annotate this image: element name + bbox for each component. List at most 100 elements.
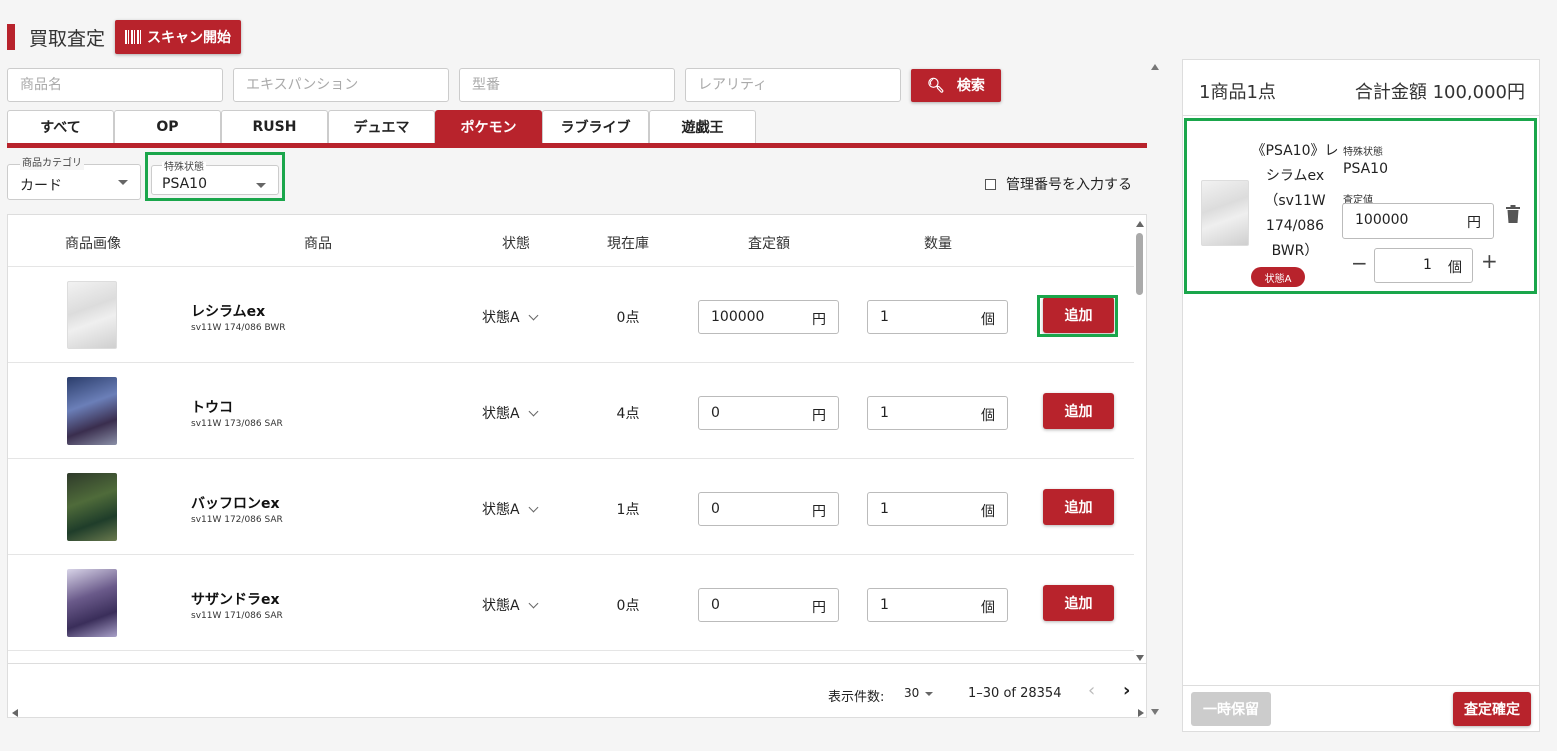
price-unit: 円: [812, 600, 826, 616]
table-vertical-scrollbar[interactable]: [1134, 215, 1146, 663]
add-button[interactable]: 追加: [1043, 585, 1114, 621]
scan-start-button[interactable]: スキャン開始: [115, 20, 242, 54]
cart-footer: 一時保留 査定確定: [1183, 685, 1539, 733]
search-button[interactable]: 🔍︎ 検索: [911, 68, 1001, 102]
tab-rush[interactable]: RUSH: [221, 110, 328, 143]
price-input[interactable]: 100000 円: [698, 300, 839, 334]
col-header-image: 商品画像: [65, 236, 121, 252]
quantity-input[interactable]: 1個: [867, 396, 1008, 430]
product-image: [67, 569, 117, 637]
rarity-input[interactable]: [685, 68, 901, 102]
product-code: sv11W 171/086 SAR: [191, 611, 283, 621]
category-tabs: すべて OP RUSH デュエマ ポケモン ラブライブ 遊戯王: [7, 110, 756, 143]
condition-select[interactable]: 状態A: [482, 307, 539, 327]
table-row: レシラムex sv11W 174/086 BWR 状態A 0点 100000 円 …: [8, 267, 1136, 363]
special-state-select[interactable]: 特殊状態 PSA10: [151, 162, 279, 195]
rows-per-page-select[interactable]: 30: [904, 686, 919, 700]
rows-per-page-label: 表示件数:: [828, 690, 885, 705]
quantity-unit: 個: [981, 408, 995, 424]
quantity-decrement-icon[interactable]: −: [1351, 251, 1368, 275]
barcode-icon: [125, 30, 142, 44]
management-number-checkbox[interactable]: [985, 178, 996, 190]
page-title: 買取査定: [29, 27, 106, 50]
cart-total: 合計金額 100,000円: [1354, 82, 1525, 103]
product-name: トウコ: [191, 400, 233, 416]
title-accent-bar: [7, 24, 15, 50]
chevron-down-icon: [528, 310, 539, 320]
price-input[interactable]: 0円: [698, 492, 839, 526]
add-button[interactable]: 追加: [1043, 393, 1114, 429]
assessment-cart: 1商品1点 合計金額 100,000円 《PSA10》レシラムex（sv11W …: [1182, 59, 1540, 732]
tab-yugioh[interactable]: 遊戯王: [649, 110, 756, 143]
product-name-input[interactable]: [7, 68, 223, 102]
price-input[interactable]: 0円: [698, 588, 839, 622]
quantity-input[interactable]: 1個: [867, 588, 1008, 622]
caret-down-icon[interactable]: [925, 692, 933, 696]
page-scroll-down-icon[interactable]: [1151, 709, 1159, 715]
scroll-up-icon[interactable]: [1136, 221, 1144, 227]
page-scroll-up-icon[interactable]: [1151, 64, 1159, 70]
product-code: sv11W 172/086 SAR: [191, 515, 283, 525]
add-button[interactable]: 追加: [1043, 489, 1114, 525]
tab-lovelive[interactable]: ラブライブ: [542, 110, 649, 143]
table-row: バッフロンex sv11W 172/086 SAR 状態A 1点 0円 1個 追…: [8, 459, 1136, 555]
condition-select[interactable]: 状態A: [482, 403, 539, 423]
quantity-input[interactable]: 1個: [867, 300, 1008, 334]
scroll-down-icon[interactable]: [1136, 655, 1144, 661]
tab-pokemon[interactable]: ポケモン: [435, 110, 542, 143]
quantity-value: 1: [880, 405, 889, 421]
quantity-input[interactable]: 1個: [867, 492, 1008, 526]
condition-select[interactable]: 状態A: [482, 595, 539, 615]
add-button-highlight: [1037, 295, 1118, 337]
scroll-left-icon[interactable]: [12, 709, 18, 717]
cart-item-price-input[interactable]: 100000 円: [1342, 203, 1494, 239]
product-code: sv11W 173/086 SAR: [191, 419, 283, 429]
stock-count: 4点: [616, 406, 640, 422]
cart-item-condition-badge: 状態A: [1251, 267, 1305, 287]
condition-select[interactable]: 状態A: [482, 499, 539, 519]
trash-icon[interactable]: [1506, 205, 1520, 223]
next-page-icon[interactable]: ›: [1123, 680, 1130, 701]
price-unit: 円: [812, 408, 826, 424]
expansion-input[interactable]: [233, 68, 449, 102]
quantity-value: 1: [880, 597, 889, 613]
management-number-toggle[interactable]: 管理番号を入力する: [985, 174, 1132, 194]
prev-page-icon[interactable]: ‹: [1088, 680, 1095, 701]
quantity-increment-icon[interactable]: +: [1481, 249, 1498, 273]
title-bar: 買取査定 スキャン開始: [7, 20, 242, 54]
chevron-down-icon: [528, 598, 539, 608]
cart-item-count: 1商品1点: [1199, 82, 1276, 103]
category-select[interactable]: 商品カテゴリ カード: [7, 158, 141, 200]
product-image: [67, 473, 117, 541]
tab-underline: [7, 143, 1147, 148]
stock-count: 0点: [616, 598, 640, 614]
table-header: 商品画像 商品 状態 現在庫 査定額 数量: [8, 215, 1136, 267]
price-value: 0: [711, 501, 720, 517]
model-number-input[interactable]: [459, 68, 675, 102]
price-value: 0: [711, 597, 720, 613]
cart-item-price-unit: 円: [1467, 215, 1481, 231]
tab-duema[interactable]: デュエマ: [328, 110, 435, 143]
condition-value: 状態A: [482, 598, 520, 614]
col-header-quantity: 数量: [924, 236, 952, 252]
quantity-unit: 個: [981, 312, 995, 328]
search-icon: 🔍︎: [927, 76, 945, 93]
hold-button[interactable]: 一時保留: [1191, 692, 1271, 726]
price-value: 0: [711, 405, 720, 421]
price-input[interactable]: 0円: [698, 396, 839, 430]
tab-all[interactable]: すべて: [7, 110, 114, 143]
search-button-label: 検索: [956, 77, 985, 93]
special-state-value: PSA10: [162, 176, 207, 192]
quantity-value: 1: [880, 501, 889, 517]
stock-count: 0点: [616, 310, 640, 326]
search-row: 🔍︎ 検索: [7, 68, 1001, 102]
cart-header: 1商品1点 合計金額 100,000円: [1183, 60, 1539, 116]
tab-op[interactable]: OP: [114, 110, 221, 143]
confirm-assessment-button[interactable]: 査定確定: [1453, 692, 1531, 726]
scroll-thumb[interactable]: [1136, 233, 1143, 295]
scroll-right-icon[interactable]: [1138, 709, 1144, 717]
page-range: 1–30 of 28354: [968, 686, 1062, 701]
cart-item-quantity-input[interactable]: 1 個: [1374, 248, 1473, 283]
col-header-stock: 現在庫: [607, 236, 649, 252]
condition-value: 状態A: [482, 310, 520, 326]
